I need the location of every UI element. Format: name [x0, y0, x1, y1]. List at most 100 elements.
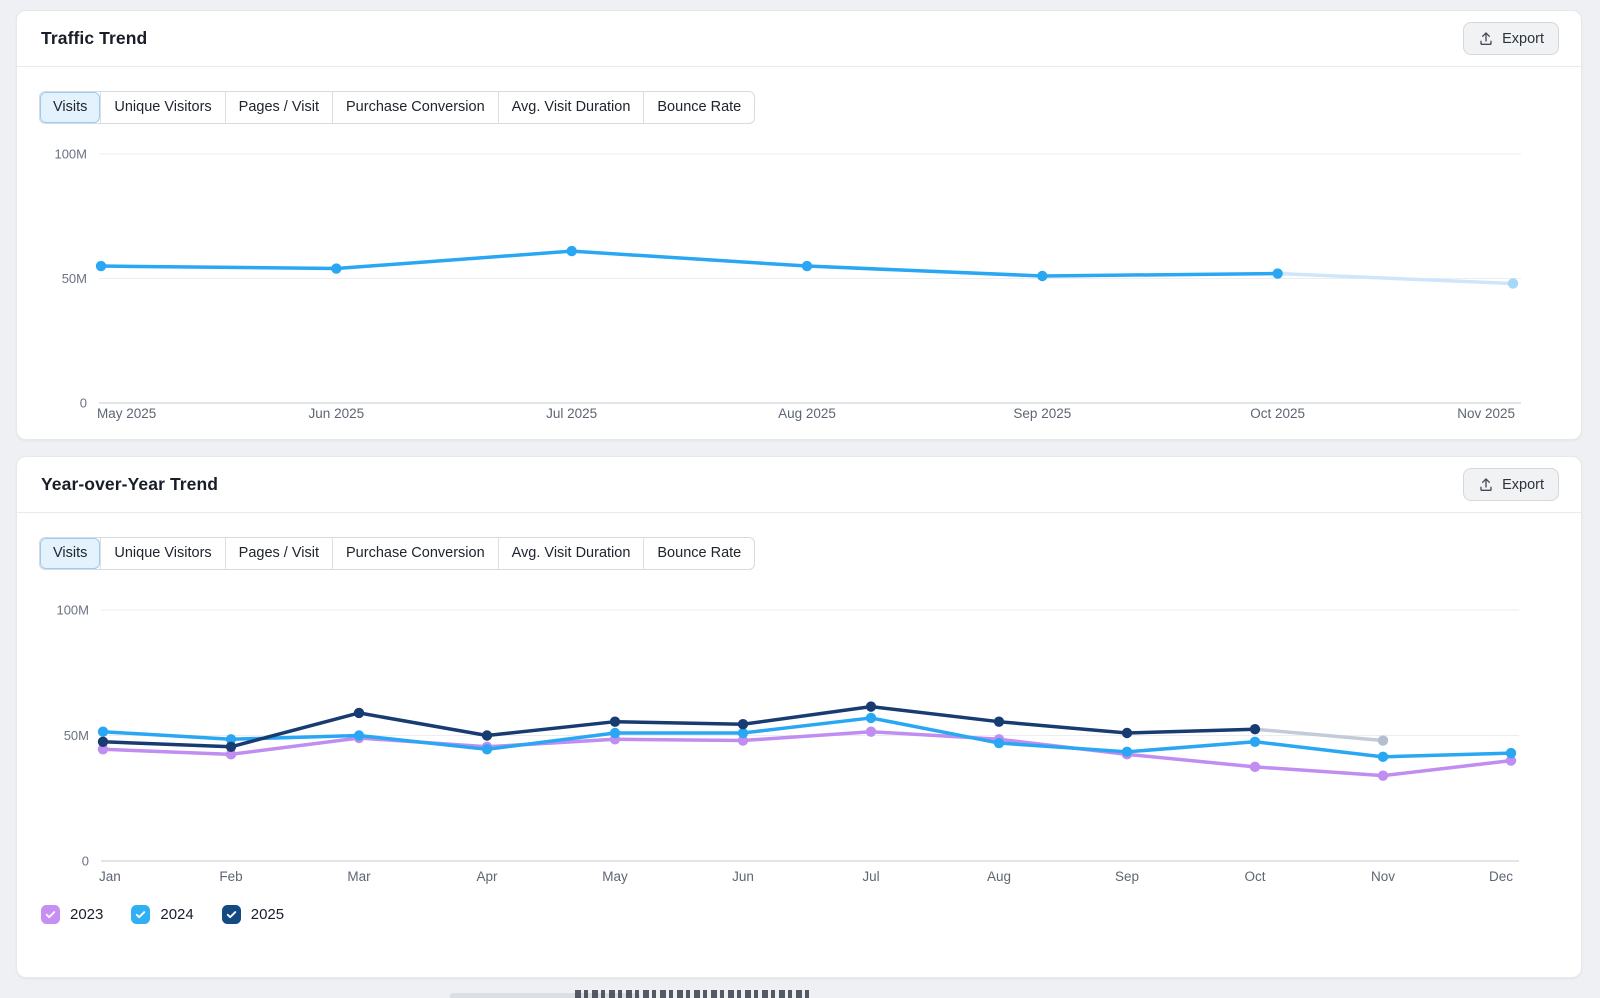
tab-bounce-rate[interactable]: Bounce Rate	[643, 92, 754, 123]
data-point[interactable]	[226, 742, 236, 752]
upload-icon	[1478, 477, 1494, 493]
x-axis-label: Aug	[987, 869, 1011, 884]
x-axis-label: Aug 2025	[778, 406, 836, 421]
tab-avg-visit-duration[interactable]: Avg. Visit Duration	[498, 92, 644, 123]
data-point[interactable]	[1250, 737, 1260, 747]
check-icon	[134, 908, 147, 921]
data-point[interactable]	[1250, 762, 1260, 772]
tab-pages-visit[interactable]: Pages / Visit	[225, 92, 332, 123]
legend-checkbox-2024[interactable]	[131, 905, 150, 924]
panel-title: Year-over-Year Trend	[41, 474, 218, 495]
traffic-trend-chart[interactable]: 100M 50M 0 May 2025 Jun 2025 Jul 2025 Aug 2025…	[17, 141, 1583, 441]
y-axis-label: 0	[82, 854, 89, 869]
x-axis-label: Nov	[1371, 869, 1395, 884]
export-button[interactable]: Export	[1463, 468, 1559, 501]
x-axis-label: Jul	[862, 869, 879, 884]
tab-unique-visitors[interactable]: Unique Visitors	[100, 92, 224, 123]
x-axis-label: Mar	[347, 869, 371, 884]
chart-legend: 2023 2024 2025	[41, 905, 284, 924]
x-axis-label: Oct	[1244, 869, 1265, 884]
line	[101, 251, 1278, 276]
tab-purchase-conversion[interactable]: Purchase Conversion	[332, 538, 498, 569]
legend-item-2023[interactable]: 2023	[41, 905, 103, 924]
tab-visits[interactable]: Visits	[40, 538, 100, 569]
data-point[interactable]	[802, 261, 812, 271]
data-point[interactable]	[98, 727, 108, 737]
x-axis-label: Jul 2025	[546, 406, 597, 421]
legend-label: 2025	[251, 906, 284, 923]
legend-label: 2024	[160, 906, 193, 923]
data-point[interactable]	[866, 701, 876, 711]
data-point[interactable]	[98, 737, 108, 747]
metric-tab-bar: VisitsUnique VisitorsPages / VisitPurcha…	[39, 537, 755, 570]
x-axis-label: Apr	[476, 869, 498, 884]
data-point[interactable]	[1378, 752, 1388, 762]
data-point[interactable]	[1378, 770, 1388, 780]
data-point[interactable]	[96, 261, 106, 271]
data-point[interactable]	[1506, 748, 1516, 758]
series-2025[interactable]	[96, 246, 1518, 289]
legend-checkbox-2023[interactable]	[41, 905, 60, 924]
metric-tab-bar: VisitsUnique VisitorsPages / VisitPurcha…	[39, 91, 755, 124]
yoy-trend-panel: Year-over-Year Trend Export VisitsUnique…	[16, 456, 1582, 978]
y-axis-label: 50M	[62, 271, 87, 286]
y-axis-label: 50M	[64, 728, 89, 743]
x-axis-label: Feb	[219, 869, 242, 884]
tab-visits[interactable]: Visits	[40, 92, 100, 123]
data-point[interactable]	[354, 708, 364, 718]
check-icon	[225, 908, 238, 921]
panel-title: Traffic Trend	[41, 28, 147, 49]
legend-label: 2023	[70, 906, 103, 923]
y-axis-label: 0	[80, 396, 87, 411]
x-axis-label: Sep 2025	[1013, 406, 1071, 421]
tab-bounce-rate[interactable]: Bounce Rate	[643, 538, 754, 569]
legend-checkbox-2025[interactable]	[222, 905, 241, 924]
tab-purchase-conversion[interactable]: Purchase Conversion	[332, 92, 498, 123]
yoy-trend-header: Year-over-Year Trend Export	[17, 457, 1581, 513]
y-axis-label: 100M	[56, 603, 89, 618]
data-point[interactable]	[738, 719, 748, 729]
data-point[interactable]	[482, 744, 492, 754]
data-point[interactable]	[994, 716, 1004, 726]
x-axis-label: Jun 2025	[309, 406, 365, 421]
data-point[interactable]	[354, 730, 364, 740]
x-axis-label: May	[602, 869, 628, 884]
legend-item-2025[interactable]: 2025	[222, 905, 284, 924]
traffic-trend-panel: Traffic Trend Export VisitsUnique Visito…	[16, 10, 1582, 440]
data-point[interactable]	[482, 730, 492, 740]
y-axis-label: 100M	[54, 147, 87, 162]
export-button[interactable]: Export	[1463, 22, 1559, 55]
yoy-trend-chart[interactable]: 100M 50M 0 Jan Feb Mar Apr May Jun Jul Aug Sep Oct No…	[17, 597, 1583, 902]
x-axis-label: Oct 2025	[1250, 406, 1305, 421]
data-point[interactable]	[1378, 735, 1388, 745]
data-point[interactable]	[566, 246, 576, 256]
data-point[interactable]	[1122, 728, 1132, 738]
tab-pages-visit[interactable]: Pages / Visit	[225, 538, 332, 569]
tab-unique-visitors[interactable]: Unique Visitors	[100, 538, 224, 569]
x-axis-label: Nov 2025	[1457, 406, 1515, 421]
data-point[interactable]	[331, 263, 341, 273]
data-point[interactable]	[1037, 271, 1047, 281]
tab-avg-visit-duration[interactable]: Avg. Visit Duration	[498, 538, 644, 569]
export-label: Export	[1502, 477, 1544, 493]
data-point[interactable]	[1122, 747, 1132, 757]
data-point[interactable]	[610, 728, 620, 738]
data-point[interactable]	[610, 716, 620, 726]
x-axis-label: May 2025	[97, 406, 156, 421]
data-point[interactable]	[994, 738, 1004, 748]
traffic-trend-header: Traffic Trend Export	[17, 11, 1581, 67]
x-axis-label: Sep	[1115, 869, 1139, 884]
export-label: Export	[1502, 31, 1544, 47]
data-point[interactable]	[1272, 268, 1282, 278]
x-axis-label: Jun	[732, 869, 754, 884]
below-fold-clipped-text	[575, 990, 811, 998]
upload-icon	[1478, 31, 1494, 47]
legend-item-2024[interactable]: 2024	[131, 905, 193, 924]
data-point[interactable]	[866, 727, 876, 737]
data-point[interactable]	[1508, 278, 1518, 288]
data-point[interactable]	[866, 713, 876, 723]
x-axis-label: Jan	[99, 869, 121, 884]
check-icon	[44, 908, 57, 921]
line-faded	[1255, 729, 1383, 740]
data-point[interactable]	[1250, 724, 1260, 734]
